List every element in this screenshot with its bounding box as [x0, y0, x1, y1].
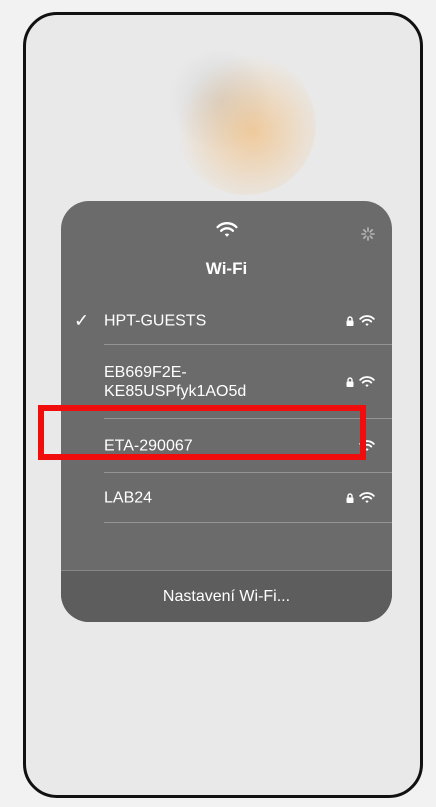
panel-header: Wi-Fi [61, 201, 392, 297]
wifi-settings-label: Nastavení Wi-Fi... [162, 587, 291, 605]
lock-icon [346, 377, 354, 387]
wifi-icon [216, 222, 238, 237]
network-name: HPT-GUESTS [104, 312, 207, 330]
background-blur-orange [176, 55, 316, 195]
wifi-signal-icon [359, 315, 375, 326]
network-name: LAB24 [104, 489, 153, 507]
network-name: EB669F2E- KE85USPfyk1AO5d [104, 364, 247, 400]
lock-icon [346, 493, 354, 503]
network-row-lab24[interactable]: LAB24 [61, 473, 392, 523]
network-row-hpt-guests[interactable]: ✓ HPT-GUESTS [61, 297, 392, 345]
wifi-settings-button[interactable]: Nastavení Wi-Fi... [61, 570, 392, 622]
checkmark-icon: ✓ [74, 310, 90, 331]
highlight-box [38, 405, 366, 460]
wifi-signal-icon [359, 492, 375, 503]
lock-icon [346, 316, 354, 326]
panel-title: Wi-Fi [205, 259, 248, 278]
loading-spinner-icon [361, 227, 375, 241]
empty-row [61, 523, 392, 571]
wifi-signal-icon [359, 376, 375, 387]
